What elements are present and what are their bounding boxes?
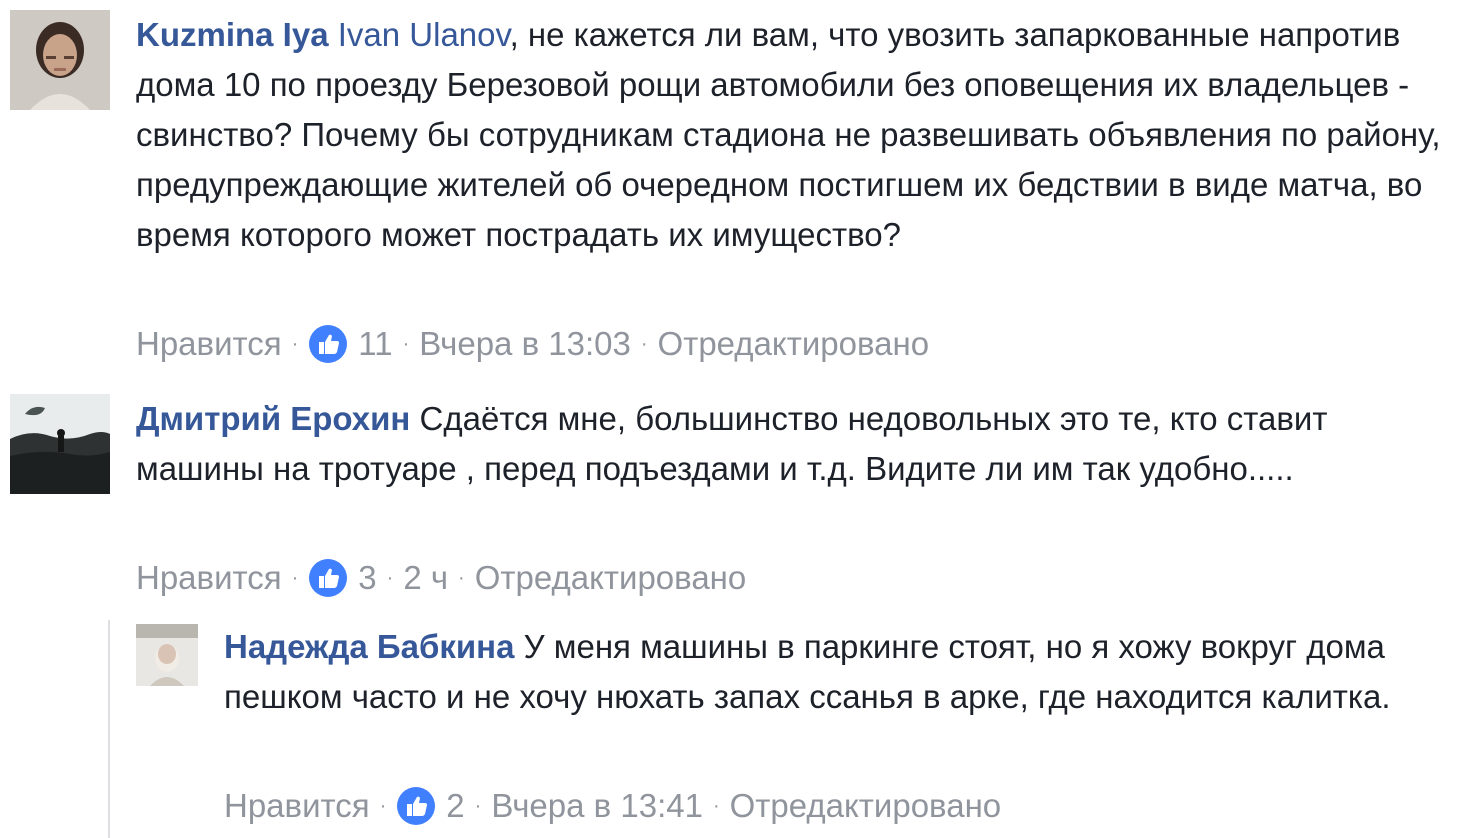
edited-label[interactable]: Отредактировано: [730, 786, 1002, 826]
timestamp[interactable]: 2 ч: [403, 558, 448, 598]
timestamp[interactable]: Вчера в 13:41: [491, 786, 703, 826]
portrait-woman-icon: [10, 10, 110, 110]
separator-dot: ·: [402, 333, 410, 355]
separator-dot: ·: [474, 795, 482, 817]
thumbs-up-icon[interactable]: [308, 324, 348, 364]
portrait-small-icon: [136, 624, 198, 686]
like-count: 3: [358, 559, 377, 596]
like-button[interactable]: Нравится: [136, 324, 282, 364]
separator-dot: ·: [379, 795, 387, 817]
avatar[interactable]: [136, 624, 198, 686]
separator-dot: ·: [640, 333, 648, 355]
comment-author[interactable]: Надежда Бабкина: [224, 628, 514, 665]
comment-text: , не кажется ли вам, что увозить запарко…: [136, 16, 1441, 253]
separator-dot: ·: [712, 795, 720, 817]
like-count: 11: [358, 325, 393, 362]
separator-dot: ·: [291, 333, 299, 355]
separator-dot: ·: [386, 567, 394, 589]
separator-dot: ·: [291, 567, 299, 589]
like-button[interactable]: Нравится: [136, 558, 282, 598]
edited-label[interactable]: Отредактировано: [475, 558, 747, 598]
mention-link[interactable]: Ivan Ulanov: [338, 16, 510, 53]
like-count: 2: [446, 787, 465, 824]
timestamp[interactable]: Вчера в 13:03: [419, 324, 631, 364]
thumbs-up-icon[interactable]: [396, 786, 436, 826]
edited-label[interactable]: Отредактировано: [658, 324, 930, 364]
like-button[interactable]: Нравится: [224, 786, 370, 826]
avatar[interactable]: [10, 10, 110, 110]
thumbs-up-icon[interactable]: [308, 558, 348, 598]
avatar[interactable]: [10, 394, 110, 494]
landscape-person-icon: [10, 394, 110, 494]
comment-author[interactable]: Kuzmina Iya: [136, 16, 329, 53]
separator-dot: ·: [458, 567, 465, 589]
reply-thread-line: [108, 620, 110, 838]
comment-author[interactable]: Дмитрий Ерохин: [136, 400, 410, 437]
